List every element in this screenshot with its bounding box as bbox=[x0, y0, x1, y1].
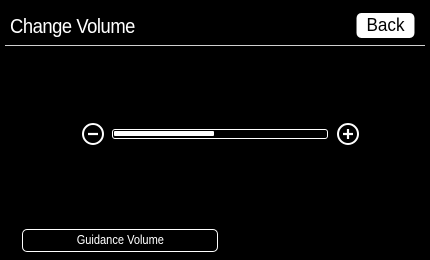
volume-level-fill bbox=[114, 131, 214, 136]
back-button[interactable]: Back bbox=[356, 13, 415, 38]
change-volume-screen: Change Volume Back Guidance Volume bbox=[0, 0, 430, 260]
minus-glyph bbox=[88, 132, 98, 136]
page-title: Change Volume bbox=[10, 16, 135, 38]
volume-control bbox=[80, 120, 365, 146]
volume-slider[interactable] bbox=[112, 129, 328, 139]
header-divider bbox=[5, 45, 425, 46]
plus-glyph bbox=[343, 129, 353, 139]
guidance-volume-label: Guidance Volume bbox=[76, 232, 164, 247]
plus-circle-icon[interactable] bbox=[337, 123, 359, 145]
minus-circle-icon[interactable] bbox=[82, 123, 104, 145]
guidance-volume-button[interactable]: Guidance Volume bbox=[22, 229, 218, 252]
